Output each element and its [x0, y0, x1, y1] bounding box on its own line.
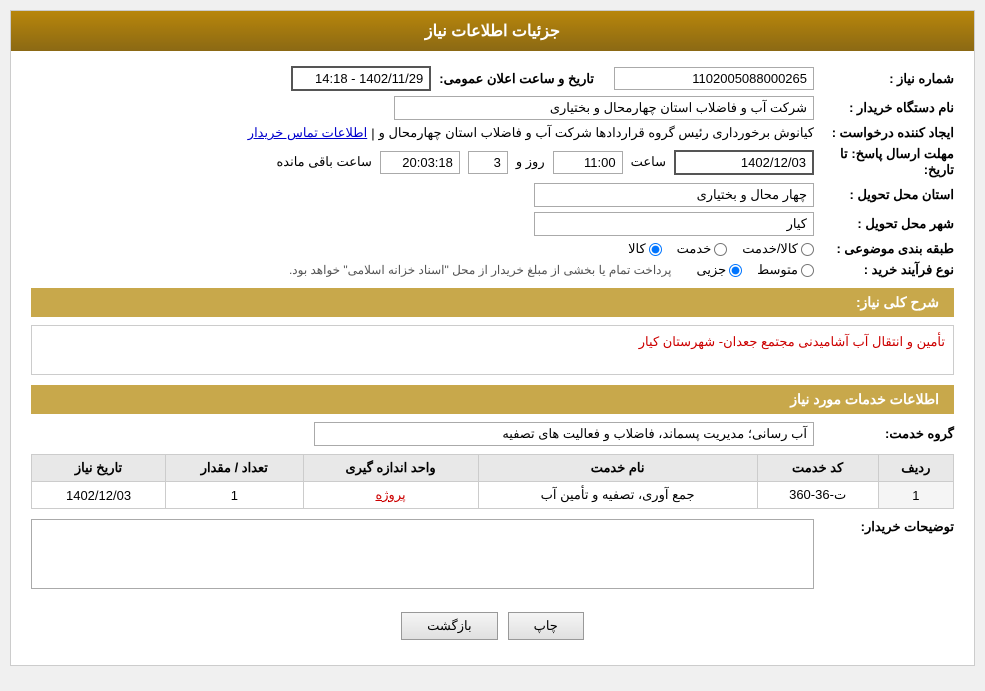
col-unit: واحد اندازه گیری	[303, 455, 478, 482]
category-radio-khadamat[interactable]	[714, 243, 727, 256]
need-number-row: شماره نیاز : 1102005088000265 تاریخ و سا…	[31, 66, 954, 91]
col-name: نام خدمت	[478, 455, 757, 482]
category-label-kala-khadamat: کالا/خدمت	[742, 241, 798, 257]
buyer-org-value: شرکت آب و فاضلاب استان چهارمحال و بختیار…	[394, 96, 814, 120]
category-option-kala[interactable]: کالا	[628, 241, 662, 257]
cell-date: 1402/12/03	[32, 482, 166, 509]
need-number-value: 1102005088000265	[614, 67, 814, 90]
service-group-label: گروه خدمت:	[814, 426, 954, 442]
page-wrapper: جزئیات اطلاعات نیاز شماره نیاز : 1102005…	[0, 0, 985, 691]
cell-row-num: 1	[878, 482, 953, 509]
page-title: جزئیات اطلاعات نیاز	[425, 23, 560, 40]
requester-separator: |	[371, 126, 374, 141]
purchase-type-radio-jozei[interactable]	[729, 264, 742, 277]
buyer-notes-textarea[interactable]	[31, 519, 814, 589]
purchase-type-option-motavasset[interactable]: متوسط	[757, 262, 814, 278]
purchase-type-radio-motavasset[interactable]	[801, 264, 814, 277]
cell-name: جمع آوری، تصفیه و تأمین آب	[478, 482, 757, 509]
province-value: چهار محال و بختیاری	[534, 183, 814, 207]
answer-date: 1402/12/03	[674, 150, 814, 175]
answer-days: 3	[468, 151, 508, 174]
answer-time: 11:00	[553, 151, 623, 174]
cell-code: ت-36-360	[757, 482, 878, 509]
requester-value: کیانوش برخورداری رئیس گروه قراردادها شرک…	[379, 125, 814, 141]
page-header: جزئیات اطلاعات نیاز	[11, 11, 974, 51]
province-label: استان محل تحویل :	[814, 187, 954, 203]
col-quantity: تعداد / مقدار	[166, 455, 303, 482]
print-button[interactable]: چاپ	[508, 612, 584, 640]
cell-quantity: 1	[166, 482, 303, 509]
purchase-type-label-jozei: جزیی	[696, 262, 726, 278]
category-label-kala: کالا	[628, 241, 646, 257]
announce-date-label: تاریخ و ساعت اعلان عمومی:	[439, 71, 594, 87]
table-row: 1 ت-36-360 جمع آوری، تصفیه و تأمین آب پر…	[32, 482, 954, 509]
unit-link[interactable]: پروژه	[375, 487, 405, 502]
requester-link[interactable]: اطلاعات تماس خریدار	[248, 125, 367, 141]
col-row-num: ردیف	[878, 455, 953, 482]
province-row: استان محل تحویل : چهار محال و بختیاری	[31, 183, 954, 207]
purchase-type-option-jozei[interactable]: جزیی	[696, 262, 742, 278]
category-radio-kala[interactable]	[649, 243, 662, 256]
bottom-buttons: چاپ بازگشت	[31, 597, 954, 650]
purchase-type-label: نوع فرآیند خرید :	[814, 262, 954, 278]
city-value: کیار	[534, 212, 814, 236]
answer-remaining-label: ساعت باقی مانده	[276, 154, 371, 170]
category-row: طبقه بندی موضوعی : کالا/خدمت خدمت کالا	[31, 241, 954, 257]
category-radio-kala-khadamat[interactable]	[801, 243, 814, 256]
general-desc-label: شرح کلی نیاز:	[856, 294, 939, 310]
buyer-notes-container	[31, 519, 814, 592]
general-desc-area: تأمین و انتقال آب آشامیدنی مجتمع جعدان- …	[31, 325, 954, 375]
announce-date-value: 1402/11/29 - 14:18	[291, 66, 431, 91]
answer-time-label: ساعت	[631, 154, 666, 170]
answer-remaining: 20:03:18	[380, 151, 460, 174]
answer-deadline-label: مهلت ارسال پاسخ: تا تاریخ:	[814, 146, 954, 178]
general-desc-value: تأمین و انتقال آب آشامیدنی مجتمع جعدان- …	[639, 334, 945, 349]
city-label: شهر محل تحویل :	[814, 216, 954, 232]
purchase-type-label-motavasset: متوسط	[757, 262, 798, 278]
answer-days-label: روز و	[516, 154, 545, 170]
purchase-type-row: نوع فرآیند خرید : متوسط جزیی پرداخت تمام…	[31, 262, 954, 278]
cell-unit: پروژه	[303, 482, 478, 509]
services-section-label: اطلاعات خدمات مورد نیاز	[790, 391, 939, 407]
category-label: طبقه بندی موضوعی :	[814, 241, 954, 257]
col-code: کد خدمت	[757, 455, 878, 482]
services-table-header: ردیف کد خدمت نام خدمت واحد اندازه گیری ت…	[32, 455, 954, 482]
answer-date-row: 1402/12/03 ساعت 11:00 روز و 3 20:03:18 س…	[276, 150, 814, 175]
col-date: تاریخ نیاز	[32, 455, 166, 482]
need-number-label: شماره نیاز :	[814, 71, 954, 87]
service-group-row: گروه خدمت: آب رسانی؛ مدیریت پسماند، فاضل…	[31, 422, 954, 446]
buyer-notes-row: توضیحات خریدار:	[31, 519, 954, 592]
category-label-khadamat: خدمت	[677, 241, 712, 257]
main-container: جزئیات اطلاعات نیاز شماره نیاز : 1102005…	[10, 10, 975, 666]
service-group-value: آب رسانی؛ مدیریت پسماند، فاضلاب و فعالیت…	[314, 422, 814, 446]
back-button[interactable]: بازگشت	[401, 612, 497, 640]
buyer-org-row: نام دستگاه خریدار : شرکت آب و فاضلاب است…	[31, 96, 954, 120]
purchase-type-radio-group: متوسط جزیی پرداخت تمام یا بخشی از مبلغ خ…	[289, 262, 814, 278]
answer-deadline-row: مهلت ارسال پاسخ: تا تاریخ: 1402/12/03 سا…	[31, 146, 954, 178]
requester-label: ایجاد کننده درخواست :	[814, 125, 954, 141]
category-option-kala-khadamat[interactable]: کالا/خدمت	[742, 241, 814, 257]
category-radio-group: کالا/خدمت خدمت کالا	[628, 241, 814, 257]
requester-row: ایجاد کننده درخواست : کیانوش برخورداری ر…	[31, 125, 954, 141]
purchase-type-note: پرداخت تمام یا بخشی از مبلغ خریدار از مح…	[289, 263, 672, 277]
services-table: ردیف کد خدمت نام خدمت واحد اندازه گیری ت…	[31, 454, 954, 509]
buyer-notes-label: توضیحات خریدار:	[814, 519, 954, 535]
content-area: شماره نیاز : 1102005088000265 تاریخ و سا…	[11, 51, 974, 665]
buyer-org-label: نام دستگاه خریدار :	[814, 100, 954, 116]
general-desc-section: شرح کلی نیاز:	[31, 288, 954, 317]
city-row: شهر محل تحویل : کیار	[31, 212, 954, 236]
category-option-khadamat[interactable]: خدمت	[677, 241, 728, 257]
services-section-header: اطلاعات خدمات مورد نیاز	[31, 385, 954, 414]
